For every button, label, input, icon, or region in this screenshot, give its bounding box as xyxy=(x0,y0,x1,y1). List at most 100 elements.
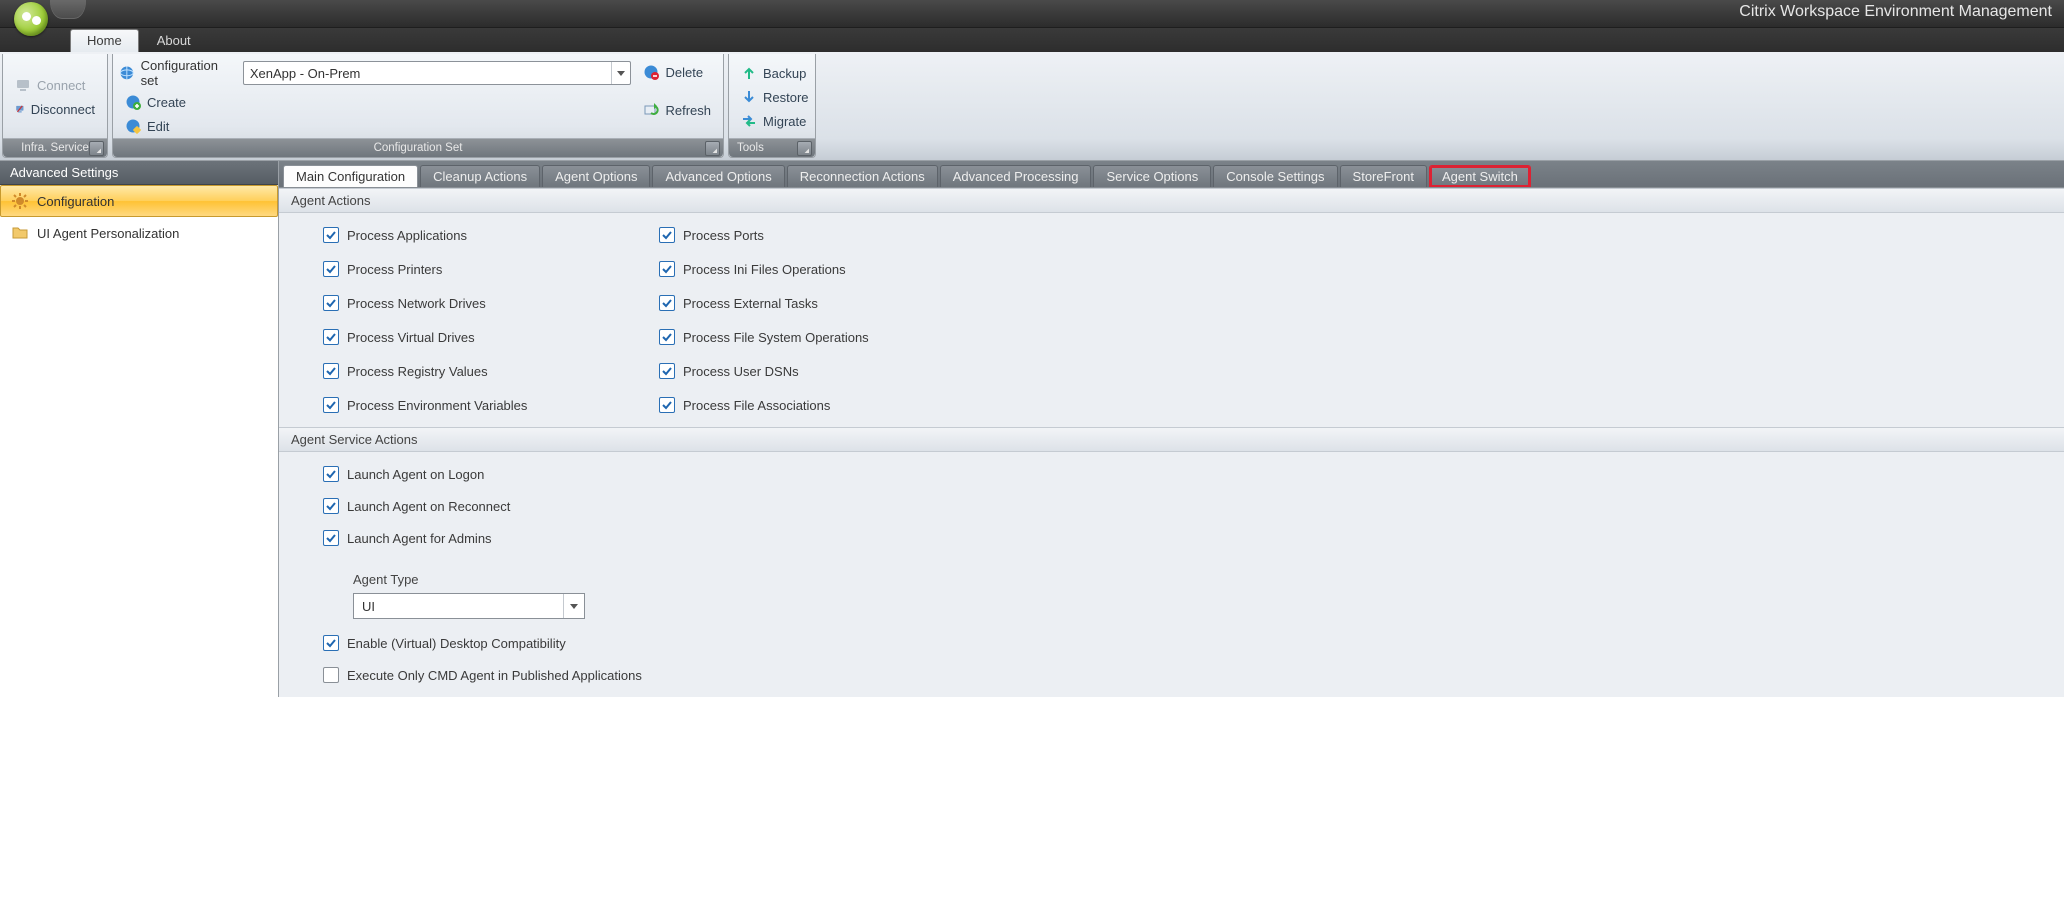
create-label: Create xyxy=(147,95,186,110)
dialog-launcher-configset[interactable] xyxy=(705,141,720,156)
chk-process-external-tasks[interactable]: Process External Tasks xyxy=(659,295,2052,311)
disconnect-icon xyxy=(15,101,25,117)
checkbox-icon xyxy=(659,397,675,413)
main-tabs: Main Configuration Cleanup Actions Agent… xyxy=(279,161,2064,188)
ribbon-group-configuration-set: Configuration set XenApp - On-Prem Creat… xyxy=(112,54,724,158)
checkbox-icon xyxy=(323,466,339,482)
tab-cleanup-actions[interactable]: Cleanup Actions xyxy=(420,165,540,187)
checkbox-icon xyxy=(659,261,675,277)
agent-type-label: Agent Type xyxy=(353,572,2052,587)
checkbox-icon xyxy=(323,635,339,651)
checkbox-icon xyxy=(323,498,339,514)
tab-main-configuration[interactable]: Main Configuration xyxy=(283,165,418,187)
chk-process-registry-values[interactable]: Process Registry Values xyxy=(323,363,659,379)
chk-process-ini-files-operations[interactable]: Process Ini Files Operations xyxy=(659,261,2052,277)
chk-process-ports[interactable]: Process Ports xyxy=(659,227,2052,243)
tab-advanced-processing[interactable]: Advanced Processing xyxy=(940,165,1092,187)
checkbox-icon xyxy=(323,397,339,413)
chk-launch-agent-on-reconnect[interactable]: Launch Agent on Reconnect xyxy=(323,498,2052,514)
disconnect-button[interactable]: Disconnect xyxy=(9,99,101,119)
ribbon-group-caption-configset: Configuration Set xyxy=(113,138,723,157)
checkbox-icon xyxy=(323,530,339,546)
refresh-label: Refresh xyxy=(665,103,711,118)
titlebar: Citrix Workspace Environment Management xyxy=(0,0,2064,28)
backup-label: Backup xyxy=(763,66,806,81)
app-title: Citrix Workspace Environment Management xyxy=(1739,3,2052,21)
ribbon-tab-home[interactable]: Home xyxy=(70,29,139,52)
checkbox-icon xyxy=(659,329,675,345)
configset-label: Configuration set xyxy=(141,58,237,88)
checkbox-icon xyxy=(323,363,339,379)
chevron-down-icon xyxy=(563,594,584,618)
ribbon-tabstrip: Home About xyxy=(0,28,2064,52)
refresh-button[interactable]: Refresh xyxy=(637,100,717,120)
chk-execute-only-cmd-agent[interactable]: Execute Only CMD Agent in Published Appl… xyxy=(323,667,2052,683)
content-row: Advanced Settings Configuration UI Agent… xyxy=(0,161,2064,697)
backup-button[interactable]: Backup xyxy=(735,63,815,83)
chk-process-user-dsns[interactable]: Process User DSNs xyxy=(659,363,2052,379)
ribbon-group-infra-service: Connect Disconnect Infra. Service xyxy=(2,54,108,158)
chk-process-file-associations[interactable]: Process File Associations xyxy=(659,397,2052,413)
section-header-agent-service-actions: Agent Service Actions xyxy=(279,427,2064,452)
main-body: Agent Actions Process Applications Proce… xyxy=(279,188,2064,697)
chk-process-environment-variables[interactable]: Process Environment Variables xyxy=(323,397,659,413)
tab-console-settings[interactable]: Console Settings xyxy=(1213,165,1337,187)
chk-launch-agent-for-admins[interactable]: Launch Agent for Admins xyxy=(323,530,2052,546)
globe-icon xyxy=(119,65,135,81)
ribbon-tab-about[interactable]: About xyxy=(141,30,207,52)
ribbon-group-caption-tools: Tools xyxy=(729,138,815,157)
agent-type-value: UI xyxy=(354,599,563,614)
chk-launch-agent-on-logon[interactable]: Launch Agent on Logon xyxy=(323,466,2052,482)
ribbon: Connect Disconnect Infra. Service xyxy=(0,52,2064,161)
section-body-agent-service-actions: Launch Agent on Logon Launch Agent on Re… xyxy=(279,452,2064,697)
quick-access-tab[interactable] xyxy=(50,0,86,19)
section-header-agent-actions: Agent Actions xyxy=(279,188,2064,213)
gear-icon xyxy=(11,192,29,210)
checkbox-icon xyxy=(323,667,339,683)
section-body-agent-actions: Process Applications Process Ports Proce… xyxy=(279,213,2064,427)
chk-enable-virtual-desktop-compatibility[interactable]: Enable (Virtual) Desktop Compatibility xyxy=(323,635,2052,651)
chk-process-file-system-operations[interactable]: Process File System Operations xyxy=(659,329,2052,345)
ribbon-group-caption-infra: Infra. Service xyxy=(3,138,107,157)
migrate-button[interactable]: Migrate xyxy=(735,111,815,131)
tab-agent-switch[interactable]: Agent Switch xyxy=(1429,165,1531,187)
agent-type-dropdown[interactable]: UI xyxy=(353,593,585,619)
sidebar-item-configuration[interactable]: Configuration xyxy=(0,185,278,217)
checkbox-icon xyxy=(323,261,339,277)
delete-icon xyxy=(643,64,659,80)
sidebar: Advanced Settings Configuration UI Agent… xyxy=(0,161,279,697)
delete-button[interactable]: Delete xyxy=(637,62,709,82)
restore-button[interactable]: Restore xyxy=(735,87,815,107)
dialog-launcher-tools[interactable] xyxy=(797,141,812,156)
tab-agent-options[interactable]: Agent Options xyxy=(542,165,650,187)
sidebar-item-label: Configuration xyxy=(37,194,114,209)
edit-button[interactable]: Edit xyxy=(119,116,631,136)
ribbon-group-tools: Backup Restore Migrate Tools xyxy=(728,54,816,158)
tab-advanced-options[interactable]: Advanced Options xyxy=(652,165,784,187)
refresh-icon xyxy=(643,102,659,118)
checkbox-icon xyxy=(323,295,339,311)
chk-process-applications[interactable]: Process Applications xyxy=(323,227,659,243)
restore-icon xyxy=(741,89,757,105)
tab-storefront[interactable]: StoreFront xyxy=(1340,165,1427,187)
create-button[interactable]: Create xyxy=(119,92,631,112)
tab-service-options[interactable]: Service Options xyxy=(1093,165,1211,187)
chk-process-network-drives[interactable]: Process Network Drives xyxy=(323,295,659,311)
backup-icon xyxy=(741,65,757,81)
dialog-launcher-infra[interactable] xyxy=(89,141,104,156)
edit-label: Edit xyxy=(147,119,169,134)
connect-icon xyxy=(15,77,31,93)
sidebar-item-ui-agent-personalization[interactable]: UI Agent Personalization xyxy=(0,217,278,249)
configset-dropdown[interactable]: XenApp - On-Prem xyxy=(243,61,632,85)
migrate-label: Migrate xyxy=(763,114,806,129)
connect-button[interactable]: Connect xyxy=(9,75,101,95)
configset-value: XenApp - On-Prem xyxy=(244,66,612,81)
checkbox-icon xyxy=(323,329,339,345)
disconnect-label: Disconnect xyxy=(31,102,95,117)
app-logo[interactable] xyxy=(14,2,48,36)
tab-reconnection-actions[interactable]: Reconnection Actions xyxy=(787,165,938,187)
chk-process-printers[interactable]: Process Printers xyxy=(323,261,659,277)
folder-icon xyxy=(11,224,29,242)
checkbox-icon xyxy=(323,227,339,243)
chk-process-virtual-drives[interactable]: Process Virtual Drives xyxy=(323,329,659,345)
